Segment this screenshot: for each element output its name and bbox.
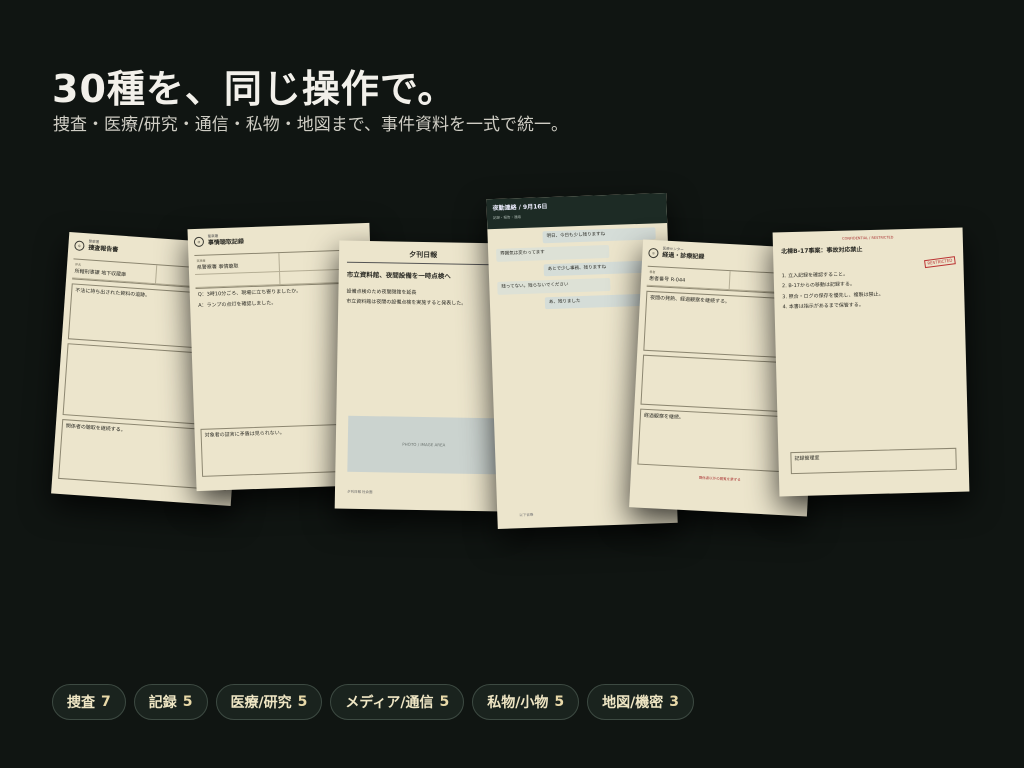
photo-placeholder: PHOTO / IMAGE AREA: [347, 415, 501, 475]
pill-label: 地図/機密: [602, 695, 664, 711]
filter-pill-maps-classified[interactable]: 地図/機密 3: [587, 684, 695, 720]
pill-label: 医療/研究: [230, 695, 292, 711]
doc-title: 北棟B-17事案：事故対応禁止: [780, 246, 863, 256]
filter-pill-records[interactable]: 記録 5: [133, 684, 208, 720]
document-fan: ◎ 警察署 捜査報告書 件名 所轄刑事課 地下収蔵庫 不法に持ち出された資料の追跡…: [0, 180, 1024, 560]
document-newspaper[interactable]: 夕刊日報 市立資料館、夜間設備を一時点検へ 設備点検のため夜間閉館を延長 市立資…: [334, 240, 508, 512]
doc-note: 対象者の証言に矛盾は見られない。: [204, 429, 285, 439]
chat-bubble: 残ってない。残らないでください: [497, 278, 611, 295]
pill-count: 5: [182, 694, 193, 710]
chat-bubble: 雰囲気は変わってます: [496, 245, 610, 262]
chat-bubble: あとで少し事務、残りますね: [543, 260, 657, 277]
pill-label: 記録: [148, 695, 177, 711]
doc-note: 関係者の聴取を継続する。: [65, 423, 126, 434]
newspaper-footer: 夕刊日報 社会面: [346, 489, 373, 495]
document-restricted-memo[interactable]: CONFIDENTIAL / RESTRICTED 北棟B-17事案：事故対応禁…: [772, 227, 970, 497]
doc-field: 所轄刑事課 地下収蔵庫: [74, 268, 127, 279]
newspaper-headline: 市立資料館、夜間設備を一時点検へ: [346, 270, 451, 281]
pill-count: 3: [669, 694, 680, 710]
doc-title: 捜査報告書: [88, 244, 119, 254]
seal-icon: ◎: [193, 236, 205, 247]
pill-label: メディア/通信: [345, 695, 434, 711]
pill-label: 私物/小物: [487, 695, 549, 711]
classification-banner: CONFIDENTIAL / RESTRICTED: [842, 235, 894, 241]
chat-bubble: 明日、今日も少し残りますね: [542, 227, 656, 244]
page-subtitle: 捜査・医療/研究・通信・私物・地図まで、事件資料を一式で統一。: [53, 115, 569, 135]
doc-body: 夜間の発熱、経過観察を継続する。: [649, 295, 731, 306]
pill-count: 5: [439, 694, 450, 710]
doc-item: 4. 本書は指示があるまで保管する。: [782, 301, 864, 311]
pill-count: 7: [101, 694, 111, 710]
doc-body: 不法に持ち出された資料の追跡。: [75, 287, 151, 300]
doc-note: 経過観察を継続。: [643, 413, 685, 422]
doc-note: 記録管理室: [794, 455, 820, 463]
doc-field: 県警察署 事情聴取: [196, 263, 239, 271]
filter-pill-personal-items[interactable]: 私物/小物 5: [472, 684, 580, 720]
doc-title: 経過・診療記録: [662, 251, 705, 261]
pill-count: 5: [297, 694, 308, 710]
newspaper-masthead: 夕刊日報: [346, 240, 500, 266]
chat-footer: 以下省略: [519, 512, 534, 518]
doc-note-box: 記録管理室: [790, 447, 957, 475]
pill-count: 5: [554, 694, 565, 710]
pill-label: 捜査: [67, 695, 95, 711]
doc-field: 患者番号 R-044: [648, 275, 686, 284]
seal-icon: ◎: [648, 247, 659, 259]
filter-pill-media-comms[interactable]: メディア/通信 5: [330, 684, 465, 720]
page-title: 30種を、同じ操作で。: [52, 67, 457, 111]
category-filter-bar: 捜査 7 記録 5 医療/研究 5 メディア/通信 5 私物/小物 5 地図/機密 3: [52, 684, 695, 720]
newspaper-body: 市立資料館は夜間の設備点検を実施すると発表した。: [346, 298, 467, 307]
filter-pill-medical-research[interactable]: 医療/研究 5: [215, 684, 323, 720]
doc-title: 事情聴取記録: [207, 238, 245, 247]
restricted-stamp: RESTRICTED: [923, 255, 956, 268]
seal-icon: ◎: [74, 240, 85, 251]
filter-pill-investigation[interactable]: 捜査 7: [52, 684, 126, 720]
newspaper-lead: 設備点検のため夜間閉館を延長: [346, 288, 417, 296]
